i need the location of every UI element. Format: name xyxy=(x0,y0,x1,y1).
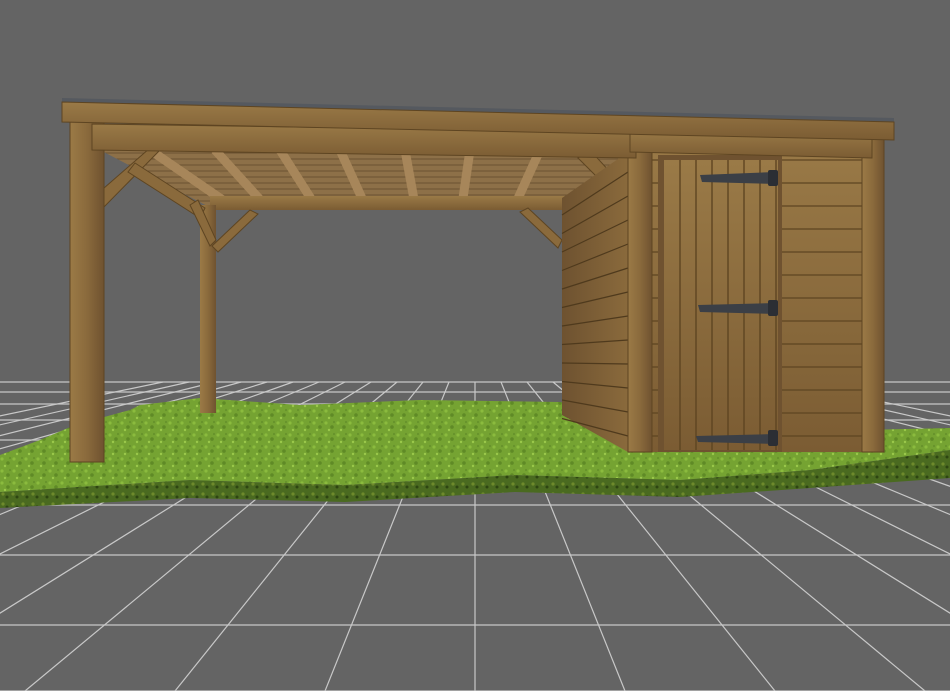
3d-viewport[interactable] xyxy=(0,0,950,691)
shed-side-wall xyxy=(561,152,629,452)
shed-door[interactable] xyxy=(658,155,782,452)
front-post-left xyxy=(69,119,105,463)
